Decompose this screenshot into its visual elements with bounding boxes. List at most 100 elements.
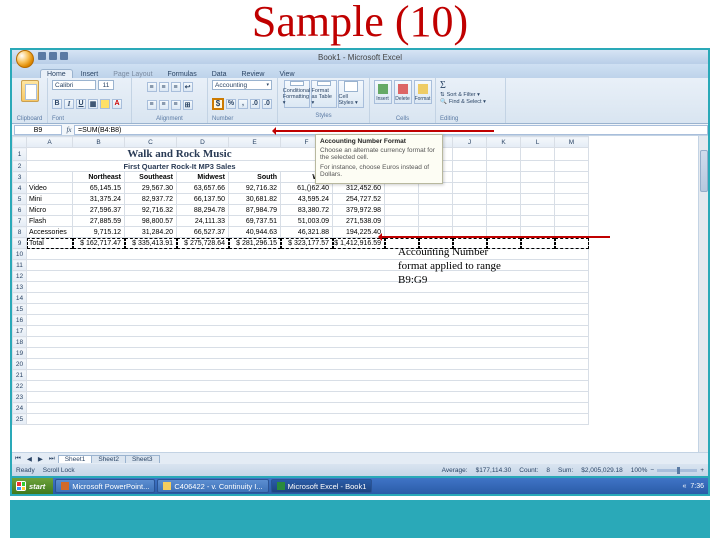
cell[interactable]: 88,294.78 — [177, 205, 229, 216]
taskbar-item-powerpoint[interactable]: Microsoft PowerPoint... — [55, 479, 155, 493]
taskbar-item-excel[interactable]: Microsoft Excel - Book1 — [271, 479, 373, 493]
paste-button[interactable] — [21, 80, 39, 102]
format-cells-button[interactable]: Format — [414, 80, 432, 104]
cell[interactable]: 61,()62.40 — [281, 183, 333, 194]
row-header[interactable]: 17 — [13, 326, 27, 337]
conditional-formatting-button[interactable]: Conditional Formatting ▾ — [284, 80, 310, 108]
cell[interactable]: 83,380.72 — [281, 205, 333, 216]
font-name-box[interactable]: Calibri — [52, 80, 96, 90]
tab-view[interactable]: View — [272, 69, 301, 78]
border-button[interactable]: ▦ — [88, 99, 98, 109]
row-header[interactable]: 19 — [13, 348, 27, 359]
wrap-text-button[interactable]: ↩ — [183, 82, 193, 92]
row-header[interactable]: 4 — [13, 183, 27, 194]
sheet-tab[interactable]: Sheet3 — [125, 455, 160, 463]
tab-page-layout[interactable]: Page Layout — [106, 69, 159, 78]
sort-filter-button[interactable]: ⇅Sort & Filter ▾ — [440, 92, 486, 98]
cell[interactable]: 87,984.79 — [229, 205, 281, 216]
cell-selected[interactable]: $ 275,728.64 — [177, 238, 229, 249]
number-format-box[interactable]: Accounting — [212, 80, 272, 90]
row-header[interactable]: 15 — [13, 304, 27, 315]
cell[interactable]: 31,284.20 — [125, 227, 177, 238]
find-select-button[interactable]: 🔍Find & Select ▾ — [440, 99, 486, 105]
row-header[interactable]: 14 — [13, 293, 27, 304]
sheet-nav-next[interactable]: ▶ — [35, 455, 46, 463]
align-left-button[interactable]: ≡ — [147, 100, 157, 110]
sheet-nav-first[interactable]: ⏮ — [12, 455, 24, 463]
delete-cells-button[interactable]: Delete — [394, 80, 412, 104]
autosum-button[interactable]: ΣΣ ▾ — [440, 80, 486, 91]
cell[interactable]: 66,137.50 — [177, 194, 229, 205]
col-header[interactable]: E — [229, 137, 281, 148]
row-header[interactable]: 13 — [13, 282, 27, 293]
row-header[interactable]: 22 — [13, 381, 27, 392]
italic-button[interactable]: I — [64, 99, 74, 109]
row-header[interactable]: 9 — [13, 238, 27, 249]
cell[interactable]: 271,538.09 — [333, 216, 385, 227]
start-button[interactable]: start — [12, 478, 53, 494]
align-top-button[interactable]: ≡ — [147, 82, 157, 92]
select-all[interactable] — [13, 137, 27, 148]
name-box[interactable]: B9 — [14, 125, 62, 135]
tab-formulas[interactable]: Formulas — [161, 69, 204, 78]
increase-decimal-button[interactable]: .0 — [250, 99, 260, 109]
percent-button[interactable]: % — [226, 99, 236, 109]
align-right-button[interactable]: ≡ — [171, 100, 181, 110]
cell[interactable]: 29,567.30 — [125, 183, 177, 194]
cell[interactable]: 30,681.82 — [229, 194, 281, 205]
sheet-tab[interactable]: Sheet1 — [58, 455, 93, 463]
cell[interactable]: 92,716.32 — [229, 183, 281, 194]
cell[interactable]: 31,375.24 — [73, 194, 125, 205]
fx-icon[interactable]: fx — [64, 126, 74, 134]
row-header[interactable]: 11 — [13, 260, 27, 271]
fill-color-button[interactable] — [100, 99, 110, 109]
taskbar-item-folder[interactable]: C406422 - v. Continuity I... — [157, 479, 268, 493]
accounting-number-format-button[interactable]: $ — [212, 98, 224, 110]
cell-selected[interactable]: $ 162,717.47 — [73, 238, 125, 249]
cell-selected[interactable]: $ 323,177.57 — [281, 238, 333, 249]
cell[interactable]: 9,715.12 — [73, 227, 125, 238]
font-size-box[interactable]: 11 — [98, 80, 114, 90]
bold-button[interactable]: B — [52, 99, 62, 109]
row-header[interactable]: 21 — [13, 370, 27, 381]
underline-button[interactable]: U — [76, 99, 86, 109]
sheet-nav-prev[interactable]: ◀ — [24, 455, 35, 463]
cell[interactable]: 98,800.57 — [125, 216, 177, 227]
tab-data[interactable]: Data — [205, 69, 234, 78]
insert-cells-button[interactable]: Insert — [374, 80, 392, 104]
col-header[interactable]: A — [27, 137, 73, 148]
align-center-button[interactable]: ≡ — [159, 100, 169, 110]
vertical-scrollbar[interactable] — [698, 136, 708, 452]
merge-button[interactable]: ⊞ — [183, 100, 193, 110]
col-header[interactable]: K — [487, 137, 521, 148]
row-header[interactable]: 12 — [13, 271, 27, 282]
col-header[interactable]: J — [453, 137, 487, 148]
row-header[interactable]: 16 — [13, 315, 27, 326]
cell-selected[interactable]: $ 335,413.91 — [125, 238, 177, 249]
row-header[interactable]: 25 — [13, 414, 27, 425]
zoom-control[interactable]: 100% −+ — [631, 467, 704, 474]
row-header[interactable]: 6 — [13, 205, 27, 216]
col-header[interactable]: L — [521, 137, 555, 148]
cell[interactable]: 379,972.98 — [333, 205, 385, 216]
cell[interactable]: 46,321.88 — [281, 227, 333, 238]
cell[interactable]: 66,527.37 — [177, 227, 229, 238]
format-as-table-button[interactable]: Format as Table ▾ — [311, 80, 337, 108]
row-header[interactable]: 1 — [13, 148, 27, 161]
cell[interactable]: 69,737.51 — [229, 216, 281, 227]
cell[interactable]: 63,657.66 — [177, 183, 229, 194]
cell[interactable]: 43,595.24 — [281, 194, 333, 205]
col-header[interactable]: D — [177, 137, 229, 148]
cell[interactable]: 51,003.09 — [281, 216, 333, 227]
row-header[interactable]: 8 — [13, 227, 27, 238]
row-header[interactable]: 7 — [13, 216, 27, 227]
row-header[interactable]: 20 — [13, 359, 27, 370]
row-header[interactable]: 5 — [13, 194, 27, 205]
row-header[interactable]: 23 — [13, 392, 27, 403]
comma-button[interactable]: , — [238, 99, 248, 109]
tab-home[interactable]: Home — [40, 69, 73, 78]
cell[interactable]: 82,937.72 — [125, 194, 177, 205]
cell[interactable]: 24,111.33 — [177, 216, 229, 227]
cell[interactable]: 40,944.63 — [229, 227, 281, 238]
cell[interactable]: 92,716.32 — [125, 205, 177, 216]
